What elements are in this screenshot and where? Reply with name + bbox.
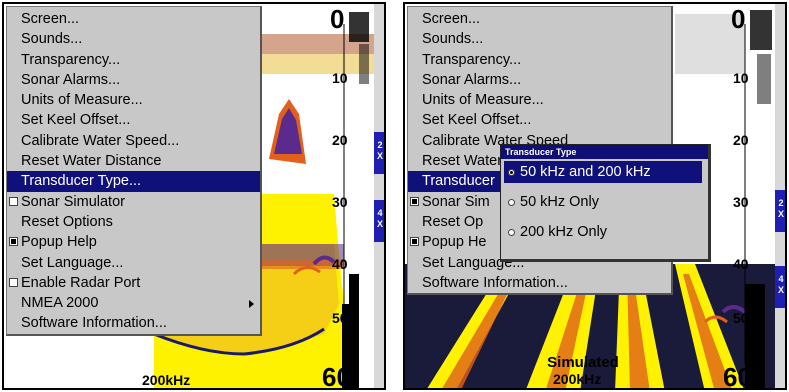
menu-item-sounds[interactable]: Sounds... (408, 29, 671, 49)
menu-item-units-of-measure[interactable]: Units of Measure... (7, 90, 260, 110)
depth-label-top: 0 (731, 4, 746, 34)
zoom-bar-4x[interactable]: 4X (374, 200, 384, 242)
option-50-khz-only[interactable]: 50 kHz Only (504, 191, 702, 213)
setup-menu: Screen... Sounds... Transparency... Sona… (6, 6, 262, 336)
menu-item-transparency[interactable]: Transparency... (408, 50, 671, 70)
zoom-bar-4x[interactable]: 4X (775, 266, 785, 308)
frequency-label: 200kHz (142, 372, 191, 388)
depth-label-bottom: 60 (723, 362, 752, 390)
menu-item-software-information[interactable]: Software Information... (408, 273, 671, 293)
simulated-label: Simulated (547, 354, 619, 371)
zoom-bar-2x[interactable]: 2X (775, 190, 785, 232)
menu-item-calibrate-water-speed[interactable]: Calibrate Water Speed... (7, 131, 260, 151)
dialog-title: Transducer Type (501, 145, 708, 159)
submenu-arrow-icon (249, 300, 254, 309)
depth-label-40: 40 (733, 256, 749, 272)
menu-item-screen[interactable]: Screen... (7, 9, 260, 29)
menu-item-label: Popup Help (21, 234, 97, 251)
menu-item-label: Enable Radar Port (21, 274, 141, 291)
depth-label-40: 40 (332, 256, 348, 272)
depth-label-20: 20 (733, 132, 749, 148)
checkbox-enable-radar-port[interactable] (9, 277, 18, 287)
option-label: 50 kHz and 200 kHz (520, 164, 651, 180)
menu-item-set-keel-offset[interactable]: Set Keel Offset... (7, 110, 260, 130)
menu-item-software-information[interactable]: Software Information... (7, 313, 260, 333)
depth-label-bottom: 60 (322, 362, 351, 390)
depth-label-50: 50 (733, 310, 749, 326)
radio-50-and-200-khz[interactable] (508, 169, 515, 176)
depth-label-10: 10 (733, 70, 749, 86)
radio-200-khz-only[interactable] (508, 229, 515, 236)
transducer-type-dialog: Transducer Type 50 kHz and 200 kHz 50 kH… (500, 144, 711, 262)
option-200-khz-only[interactable]: 200 kHz Only (504, 221, 702, 243)
depth-label-10: 10 (332, 70, 348, 86)
frequency-label: 200kHz (553, 371, 602, 387)
option-label: 200 kHz Only (520, 224, 608, 240)
radio-50-khz-only[interactable] (508, 199, 515, 206)
menu-item-label: Popup He (422, 234, 487, 251)
menu-item-sounds[interactable]: Sounds... (7, 29, 260, 49)
menu-item-label: Sonar Simulator (21, 193, 125, 210)
checkbox-sonar-simulator[interactable] (410, 196, 419, 206)
menu-item-screen[interactable]: Screen... (408, 9, 671, 29)
option-label: 50 kHz Only (520, 194, 599, 210)
menu-item-set-keel-offset[interactable]: Set Keel Offset... (408, 110, 671, 130)
menu-item-transducer-type[interactable]: Transducer Type... (7, 171, 260, 192)
depth-label-20: 20 (332, 132, 348, 148)
depth-label-top: 0 (330, 4, 345, 34)
depth-label-30: 30 (733, 194, 749, 210)
depth-label-30: 30 (332, 194, 348, 210)
menu-item-label: NMEA 2000 (21, 295, 99, 312)
menu-item-enable-radar-port[interactable]: Enable Radar Port (7, 273, 260, 293)
checkbox-popup-help[interactable] (9, 237, 18, 247)
checkbox-sonar-simulator[interactable] (9, 196, 18, 206)
menu-item-label: Sonar Sim (422, 193, 490, 210)
menu-item-set-language[interactable]: Set Language... (7, 253, 260, 273)
menu-item-sonar-alarms[interactable]: Sonar Alarms... (7, 70, 260, 90)
menu-item-nmea-2000[interactable]: NMEA 2000 (7, 293, 260, 313)
menu-item-transparency[interactable]: Transparency... (7, 50, 260, 70)
checkbox-popup-help[interactable] (410, 237, 419, 247)
menu-item-sonar-simulator[interactable]: Sonar Simulator (7, 192, 260, 212)
sonar-screen-right: Screen... Sounds... Transparency... Sona… (403, 2, 787, 390)
menu-item-units-of-measure[interactable]: Units of Measure... (408, 90, 671, 110)
menu-item-sonar-alarms[interactable]: Sonar Alarms... (408, 70, 671, 90)
menu-item-reset-water-distance[interactable]: Reset Water Distance (7, 151, 260, 171)
menu-item-reset-options[interactable]: Reset Options (7, 212, 260, 232)
option-50-and-200-khz[interactable]: 50 kHz and 200 kHz (504, 161, 702, 183)
zoom-bar-2x[interactable]: 2X (374, 132, 384, 174)
menu-item-popup-help[interactable]: Popup Help (7, 232, 260, 252)
depth-label-50: 50 (332, 310, 348, 326)
sonar-screen-left: Screen... Sounds... Transparency... Sona… (2, 2, 386, 390)
